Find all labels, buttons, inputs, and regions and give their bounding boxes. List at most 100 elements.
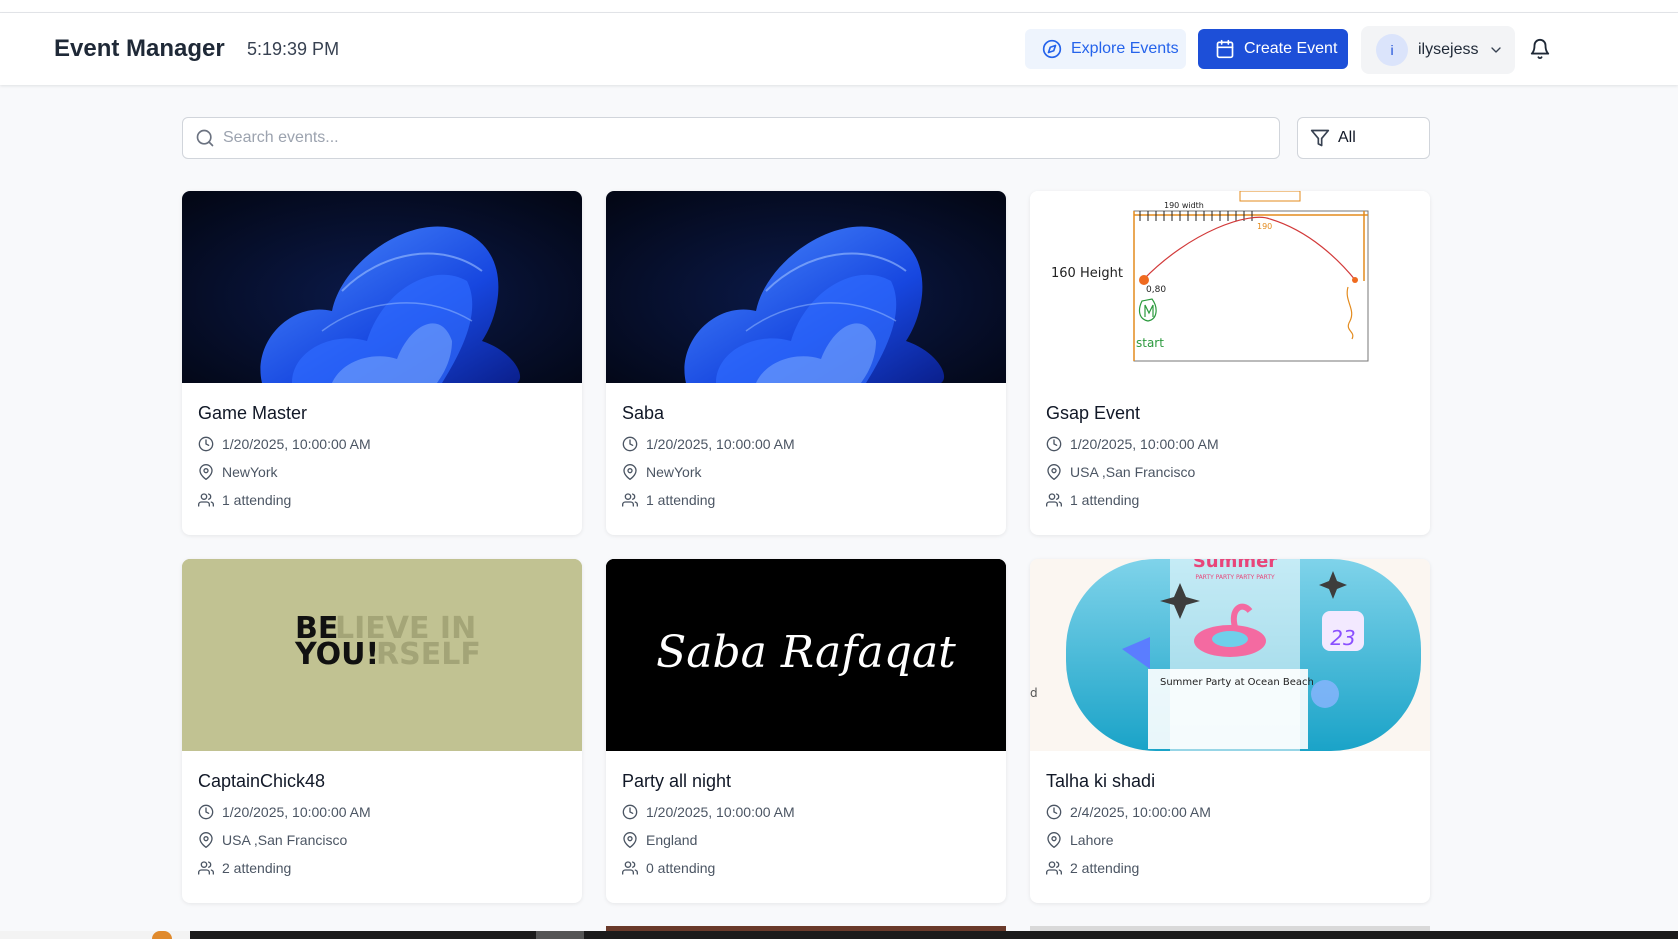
compass-icon [1042,39,1062,59]
event-attending-text: 1 attending [222,492,292,508]
event-location-text: USA ,San Francisco [1070,464,1196,480]
app-title: Event Manager [54,35,225,62]
taskbar-app-icon[interactable] [152,931,172,939]
event-datetime-text: 2/4/2025, 10:00:00 AM [1070,804,1211,820]
event-datetime-text: 1/20/2025, 10:00:00 AM [646,804,795,820]
event-datetime-text: 1/20/2025, 10:00:00 AM [1070,436,1219,452]
create-event-button[interactable]: Create Event [1198,29,1348,69]
event-location-text: Lahore [1070,832,1114,848]
event-location: Lahore [1046,826,1414,854]
clock-icon [622,804,638,820]
clock-icon [1046,436,1062,452]
event-card[interactable]: Summer PARTY PARTY PARTY PARTY 23 Summer… [1030,559,1430,903]
event-datetime: 1/20/2025, 10:00:00 AM [622,798,990,826]
clock-icon [1046,804,1062,820]
event-title: Gsap Event [1046,403,1141,423]
event-location-text: NewYork [646,464,702,480]
event-attending-text: 2 attending [222,860,292,876]
chevron-down-icon [1491,47,1502,53]
os-taskbar [0,931,1678,939]
event-title: CaptainChick48 [198,771,326,791]
event-attendees: 1 attending [622,486,990,514]
event-image [606,191,1006,383]
event-image: Summer PARTY PARTY PARTY PARTY 23 Summer… [1030,559,1430,751]
event-datetime-text: 1/20/2025, 10:00:00 AM [222,436,371,452]
event-datetime: 1/20/2025, 10:00:00 AM [622,430,990,458]
map-pin-icon [199,464,213,480]
event-title: Party all night [622,771,732,791]
sketch-point-label: 0,80 [1146,285,1166,295]
map-pin-icon [623,832,637,848]
map-pin-icon [623,464,637,480]
event-datetime-text: 1/20/2025, 10:00:00 AM [222,804,371,820]
sketch-start-label: start [1136,336,1164,350]
sketch-top-label: 190 [1257,222,1272,231]
summer-subline: PARTY PARTY PARTY PARTY [1195,574,1275,581]
event-attending-text: 0 attending [646,860,716,876]
event-card[interactable]: Game Master 1/20/2025, 10:00:00 AM NewYo… [182,191,582,535]
filter-icon [1310,129,1330,147]
clock-icon [198,436,214,452]
event-attendees: 2 attending [1046,854,1414,882]
event-title: Talha ki shadi [1046,771,1156,791]
signature-text: Saba Rafaqat [656,627,956,678]
event-card[interactable]: Saba 1/20/2025, 10:00:00 AM NewYork 1 at… [606,191,1006,535]
users-icon [622,861,638,875]
calendar-icon [1216,39,1234,59]
notification-bell-icon[interactable] [1529,38,1551,60]
taskbar-active-app[interactable] [536,931,584,939]
event-attendees: 1 attending [1046,486,1414,514]
event-location: England [622,826,990,854]
event-datetime: 1/20/2025, 10:00:00 AM [198,798,566,826]
event-attendees: 2 attending [198,854,566,882]
browser-top-edge [0,0,1678,13]
event-attendees: 0 attending [622,854,990,882]
search-bar[interactable] [182,117,1280,159]
explore-events-button[interactable]: Explore Events [1025,29,1186,69]
category-filter[interactable]: All [1297,117,1430,159]
believe-line2-bold: YOU! [294,637,379,672]
event-location-text: England [646,832,698,848]
event-image: 190 width 160 Height 0,80 190 start [1030,191,1430,383]
event-card[interactable]: 190 width 160 Height 0,80 190 start Gsap… [1030,191,1430,535]
users-icon [198,861,214,875]
app-header: Event Manager 5:19:39 PM Explore Events … [0,13,1678,85]
believe-line2-faded: RSELF [376,637,481,672]
event-datetime-text: 1/20/2025, 10:00:00 AM [646,436,795,452]
event-location-text: USA ,San Francisco [222,832,348,848]
event-datetime: 1/20/2025, 10:00:00 AM [198,430,566,458]
user-menu[interactable]: i ilysejess [1361,26,1515,74]
event-image [182,191,582,383]
create-event-label: Create Event [1244,40,1338,57]
event-location: USA ,San Francisco [1046,458,1414,486]
map-pin-icon [1047,464,1061,480]
users-icon [1046,493,1062,507]
event-location: USA ,San Francisco [198,826,566,854]
summer-date-num: 23 [1330,626,1355,650]
event-location: NewYork [622,458,990,486]
search-icon [196,129,214,147]
event-attending-text: 1 attending [646,492,716,508]
sketch-width-label: 190 width [1164,201,1204,210]
summer-side-text: d [1030,686,1038,700]
search-input[interactable] [223,129,1263,147]
sketch-height-label: 160 Height [1051,266,1123,281]
event-location: NewYork [198,458,566,486]
event-datetime: 2/4/2025, 10:00:00 AM [1046,798,1414,826]
event-image: BE LIEVE IN YOU! RSELF [182,559,582,751]
clock-icon [198,804,214,820]
username: ilysejess [1418,41,1479,58]
event-datetime: 1/20/2025, 10:00:00 AM [1046,430,1414,458]
explore-events-label: Explore Events [1071,40,1179,57]
filter-value: All [1338,129,1356,146]
avatar: i [1376,34,1408,66]
event-title: Game Master [198,403,308,423]
users-icon [622,493,638,507]
event-card[interactable]: BE LIEVE IN YOU! RSELF CaptainChick48 1/… [182,559,582,903]
map-pin-icon [1047,832,1061,848]
users-icon [198,493,214,507]
event-attending-text: 1 attending [1070,492,1140,508]
event-attending-text: 2 attending [1070,860,1140,876]
event-card[interactable]: Saba Rafaqat Party all night 1/20/2025, … [606,559,1006,903]
event-image: Saba Rafaqat [606,559,1006,751]
